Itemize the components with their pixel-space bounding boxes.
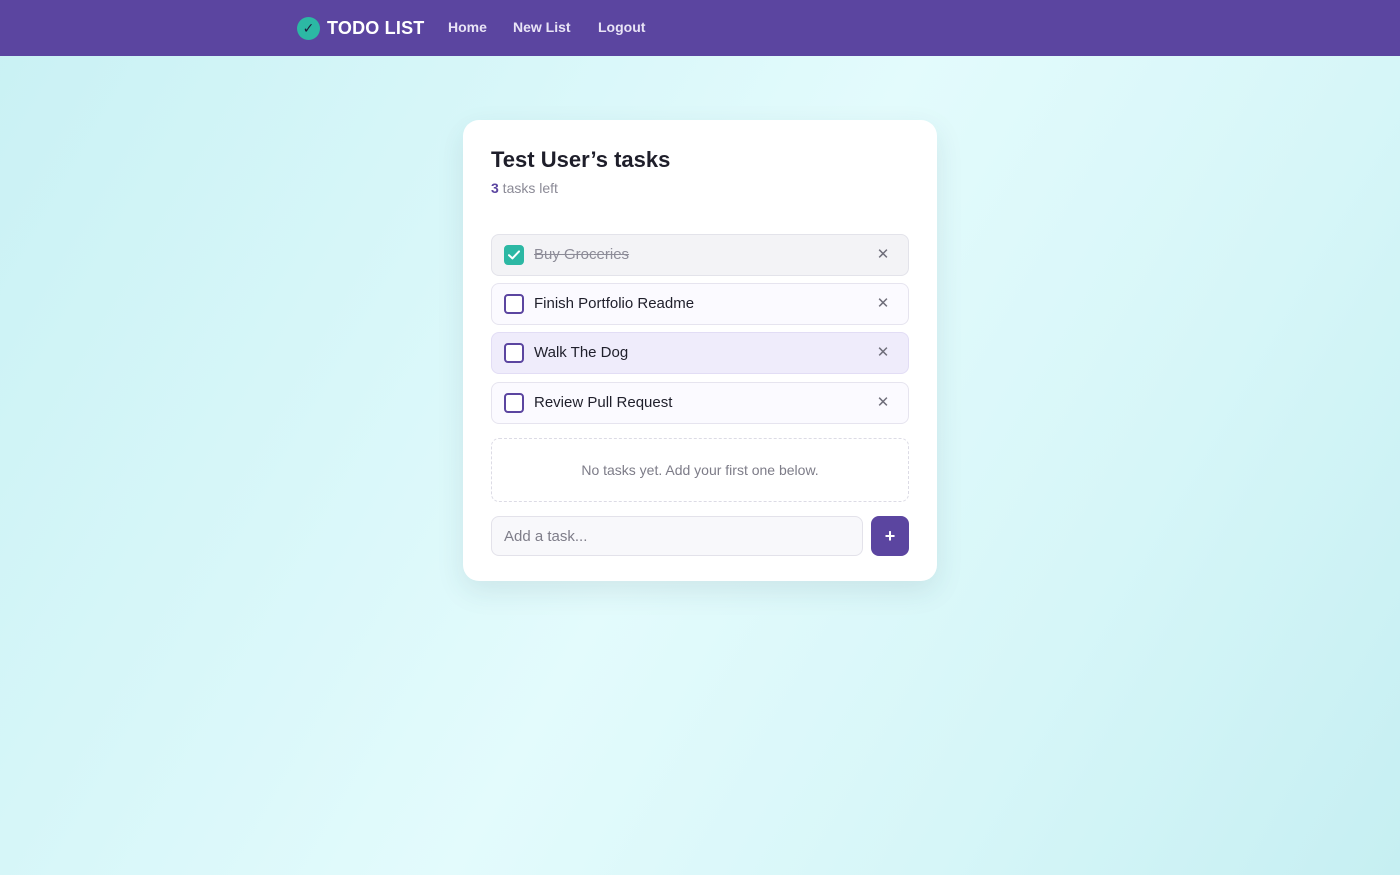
- nav-link-home[interactable]: Home: [448, 19, 487, 35]
- page-title: Test User’s tasks: [491, 147, 671, 172]
- tasks-left-count: 3: [491, 180, 499, 196]
- add-task-input[interactable]: [491, 516, 863, 556]
- task-label: Review Pull Request: [534, 394, 673, 411]
- task-checkbox[interactable]: [504, 343, 524, 363]
- task-label: Finish Portfolio Readme: [534, 295, 695, 312]
- nav-link-new-list[interactable]: New List: [513, 19, 571, 35]
- task-item-finish-portfolio-readme: Finish Portfolio Readme ✕: [491, 283, 909, 325]
- task-item-walk-the-dog: Walk The Dog ✕: [491, 332, 909, 374]
- task-checkbox[interactable]: [504, 294, 524, 314]
- task-list-card: Test User’s tasks 3 tasks left Buy Groce…: [463, 120, 937, 581]
- checkmark-icon: [508, 250, 520, 260]
- delete-task-button[interactable]: ✕: [874, 294, 892, 314]
- tasks-left-summary: 3 tasks left: [491, 180, 558, 196]
- delete-task-button[interactable]: ✕: [874, 393, 892, 413]
- task-checkbox[interactable]: [504, 393, 524, 413]
- empty-state-message: No tasks yet. Add your first one below.: [491, 438, 909, 502]
- tasks-left-label: tasks left: [498, 180, 558, 196]
- task-item-buy-groceries: Buy Groceries ✕: [491, 234, 909, 276]
- top-navbar: ✓ TODO LIST Home New List Logout: [0, 0, 1400, 56]
- check-icon: ✓: [297, 16, 320, 40]
- brand-logo-link[interactable]: ✓ TODO LIST: [297, 16, 424, 40]
- delete-task-button[interactable]: ✕: [874, 245, 892, 265]
- task-checkbox-checked[interactable]: [504, 245, 524, 265]
- nav-link-logout[interactable]: Logout: [598, 19, 645, 35]
- add-task-button[interactable]: +: [871, 516, 909, 556]
- task-label: Walk The Dog: [534, 344, 629, 361]
- delete-task-button[interactable]: ✕: [874, 343, 892, 363]
- task-item-review-pull-request: Review Pull Request ✕: [491, 382, 909, 424]
- brand-title: TODO LIST: [327, 17, 425, 38]
- task-label: Buy Groceries: [534, 246, 630, 263]
